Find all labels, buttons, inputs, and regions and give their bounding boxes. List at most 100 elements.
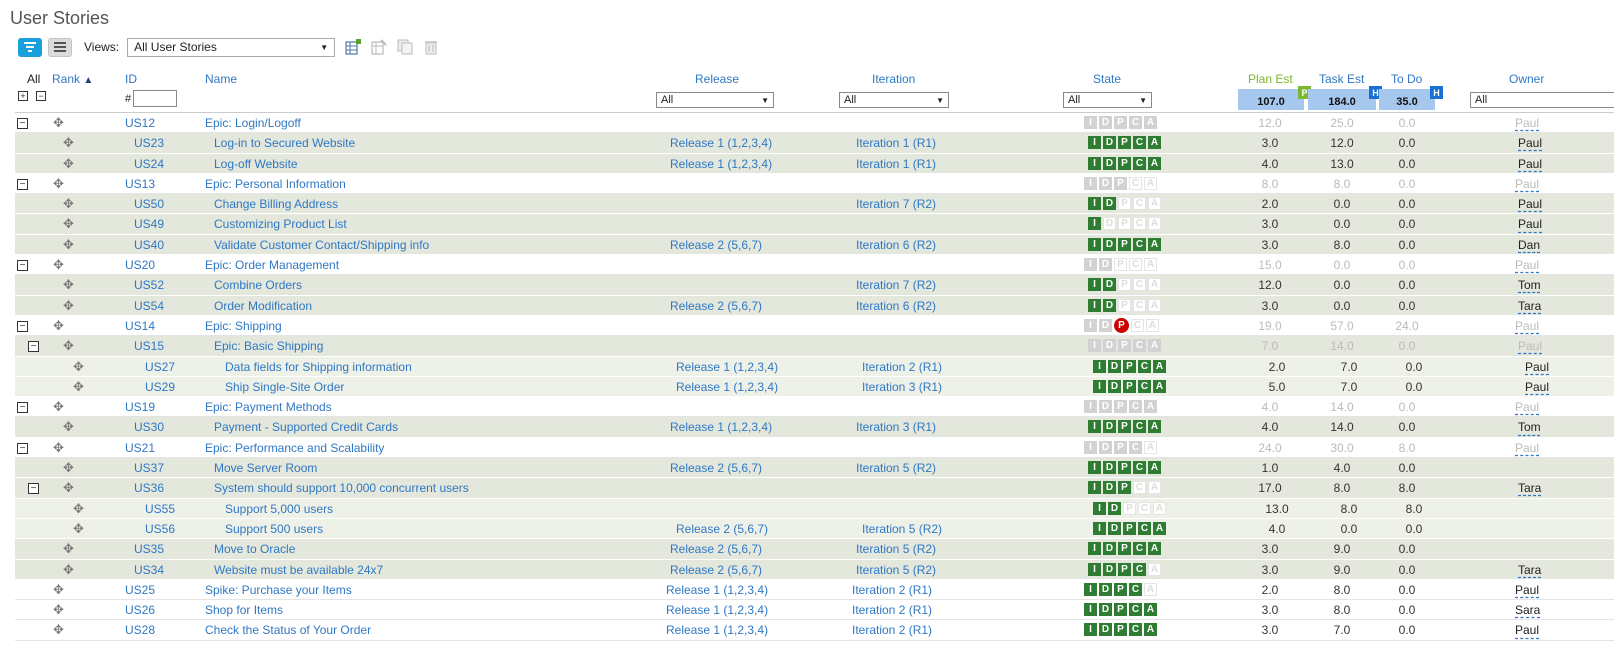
release-link[interactable]: Release 1 (1,2,3,4) bbox=[670, 136, 772, 150]
story-name-link[interactable]: Epic: Order Management bbox=[205, 258, 339, 272]
story-id-link[interactable]: US29 bbox=[145, 380, 175, 394]
state-A[interactable]: A bbox=[1148, 217, 1161, 231]
state-D[interactable]: D bbox=[1103, 278, 1116, 292]
release-link[interactable]: Release 1 (1,2,3,4) bbox=[670, 157, 772, 171]
state-C[interactable]: C bbox=[1133, 461, 1146, 475]
table-row[interactable]: − ✥ US21 Epic: Performance and Scalability I… bbox=[15, 437, 1614, 459]
iteration-link[interactable]: Iteration 5 (R2) bbox=[862, 522, 942, 536]
state-C[interactable]: C bbox=[1133, 420, 1146, 434]
state-C[interactable]: C bbox=[1131, 318, 1144, 332]
state-indicator[interactable]: IDPCA bbox=[1084, 440, 1159, 454]
iteration-link[interactable]: Iteration 6 (R2) bbox=[856, 299, 936, 313]
story-name-link[interactable]: System should support 10,000 concurrent … bbox=[214, 481, 469, 495]
state-P[interactable]: P bbox=[1118, 278, 1131, 292]
state-A[interactable]: A bbox=[1153, 501, 1166, 515]
owner-value[interactable]: Tom bbox=[1518, 278, 1541, 292]
state-D[interactable]: D bbox=[1099, 603, 1112, 617]
state-I[interactable]: I bbox=[1084, 258, 1097, 272]
iteration-link[interactable]: Iteration 1 (R1) bbox=[856, 157, 936, 171]
table-row[interactable]: ✥ US56 Support 500 users Release 2 (5,6,7) I… bbox=[15, 518, 1614, 540]
state-C[interactable]: C bbox=[1129, 582, 1142, 596]
state-I[interactable]: I bbox=[1088, 542, 1101, 556]
filter-view-button[interactable] bbox=[18, 37, 42, 57]
plan-est-value[interactable]: 3.0 bbox=[1245, 299, 1295, 313]
state-I[interactable]: I bbox=[1088, 562, 1101, 576]
table-row[interactable]: ✥ US24 Log-off Website Release 1 (1,2,3,4) I… bbox=[15, 153, 1614, 174]
collapse-toggle[interactable]: − bbox=[28, 341, 39, 353]
plan-est-value[interactable]: 4.0 bbox=[1245, 157, 1295, 171]
state-indicator[interactable]: IDPCA bbox=[1088, 237, 1163, 251]
plan-est-value[interactable]: 3.0 bbox=[1245, 136, 1295, 150]
story-name-link[interactable]: Website must be available 24x7 bbox=[214, 563, 383, 577]
story-name-link[interactable]: Support 5,000 users bbox=[225, 502, 333, 516]
owner-value[interactable]: Dan bbox=[1518, 238, 1540, 252]
story-id-link[interactable]: US30 bbox=[134, 420, 164, 434]
state-P[interactable]: P bbox=[1118, 420, 1131, 434]
table-row[interactable]: ✥ US50 Change Billing Address Iteration 7 (… bbox=[15, 194, 1614, 215]
state-indicator[interactable]: IDPCA bbox=[1088, 278, 1163, 292]
story-name-link[interactable]: Customizing Product List bbox=[214, 217, 347, 231]
table-row[interactable]: ✥ US35 Move to Oracle Release 2 (5,6,7) Iter… bbox=[15, 539, 1614, 560]
state-A[interactable]: A bbox=[1153, 359, 1166, 373]
state-I[interactable]: I bbox=[1093, 359, 1106, 373]
table-row[interactable]: − ✥ US15 Epic: Basic Shipping I D P C A 7.0 14.0 0.… bbox=[15, 336, 1614, 357]
state-A[interactable]: A bbox=[1148, 298, 1161, 312]
plan-est-header[interactable]: Plan Est bbox=[1248, 72, 1293, 86]
state-I[interactable]: I bbox=[1084, 116, 1097, 129]
state-A[interactable]: A bbox=[1144, 400, 1157, 414]
state-D[interactable]: D bbox=[1103, 217, 1116, 231]
iteration-link[interactable]: Iteration 7 (R2) bbox=[856, 197, 936, 211]
state-A[interactable]: A bbox=[1144, 116, 1157, 129]
expand-all-button[interactable]: + bbox=[18, 91, 28, 101]
id-header[interactable]: ID bbox=[125, 72, 137, 86]
table-row[interactable]: − ✥ US19 Epic: Payment Methods I D P C A 4.0 14.0 0… bbox=[15, 397, 1614, 418]
release-link[interactable]: Release 2 (5,6,7) bbox=[670, 563, 762, 577]
story-id-link[interactable]: US34 bbox=[134, 563, 164, 577]
state-A[interactable]: A bbox=[1144, 603, 1157, 617]
story-name-link[interactable]: Data fields for Shipping information bbox=[225, 360, 412, 374]
state-A[interactable]: A bbox=[1148, 461, 1161, 475]
state-A[interactable]: A bbox=[1144, 258, 1157, 272]
state-D[interactable]: D bbox=[1108, 521, 1121, 535]
state-indicator[interactable]: IDPCA bbox=[1088, 217, 1163, 231]
owner-value[interactable]: Paul bbox=[1518, 197, 1542, 211]
list-view-button[interactable] bbox=[48, 37, 72, 57]
iteration-link[interactable]: Iteration 2 (R1) bbox=[852, 583, 932, 597]
id-filter-input[interactable] bbox=[133, 90, 178, 107]
iteration-link[interactable]: Iteration 2 (R1) bbox=[852, 603, 932, 617]
state-P[interactable]: P bbox=[1114, 440, 1127, 454]
plan-est-value[interactable]: 5.0 bbox=[1252, 380, 1302, 394]
state-C[interactable]: C bbox=[1138, 359, 1151, 373]
state-indicator[interactable]: IDPCA bbox=[1088, 481, 1163, 495]
state-D[interactable]: D bbox=[1103, 481, 1116, 495]
drag-handle-icon[interactable]: ✥ bbox=[63, 338, 74, 354]
state-indicator[interactable]: IDPCA bbox=[1084, 317, 1161, 333]
state-A[interactable]: A bbox=[1148, 156, 1161, 170]
state-A[interactable]: A bbox=[1148, 481, 1161, 495]
table-row[interactable]: ✥ US27 Data fields for Shipping informatio… bbox=[15, 356, 1614, 377]
iteration-link[interactable]: Iteration 5 (R2) bbox=[856, 461, 936, 475]
state-D[interactable]: D bbox=[1108, 359, 1121, 373]
state-I[interactable]: I bbox=[1088, 136, 1101, 150]
drag-handle-icon[interactable]: ✥ bbox=[53, 622, 64, 638]
state-A[interactable]: A bbox=[1148, 542, 1161, 556]
owner-value[interactable]: Paul bbox=[1518, 339, 1542, 353]
plan-est-value[interactable]: 19.0 bbox=[1245, 319, 1295, 333]
delete-view-icon[interactable] bbox=[423, 39, 439, 55]
state-A[interactable]: A bbox=[1144, 582, 1157, 596]
state-I[interactable]: I bbox=[1084, 176, 1097, 190]
state-I[interactable]: I bbox=[1093, 521, 1106, 535]
state-indicator[interactable]: IDPCA bbox=[1088, 562, 1163, 576]
plan-est-value[interactable]: 24.0 bbox=[1245, 441, 1295, 455]
story-id-link[interactable]: US21 bbox=[125, 441, 155, 455]
state-C[interactable]: C bbox=[1133, 217, 1146, 231]
collapse-all-button[interactable]: − bbox=[36, 91, 46, 101]
drag-handle-icon[interactable]: ✥ bbox=[53, 602, 64, 618]
owner-value[interactable]: Paul bbox=[1515, 116, 1539, 130]
drag-handle-icon[interactable]: ✥ bbox=[73, 521, 84, 537]
state-C[interactable]: C bbox=[1129, 623, 1142, 637]
story-id-link[interactable]: US26 bbox=[125, 603, 155, 617]
drag-handle-icon[interactable]: ✥ bbox=[63, 135, 74, 151]
state-indicator[interactable]: IDPCA bbox=[1084, 400, 1159, 414]
release-link[interactable]: Release 1 (1,2,3,4) bbox=[666, 603, 768, 617]
